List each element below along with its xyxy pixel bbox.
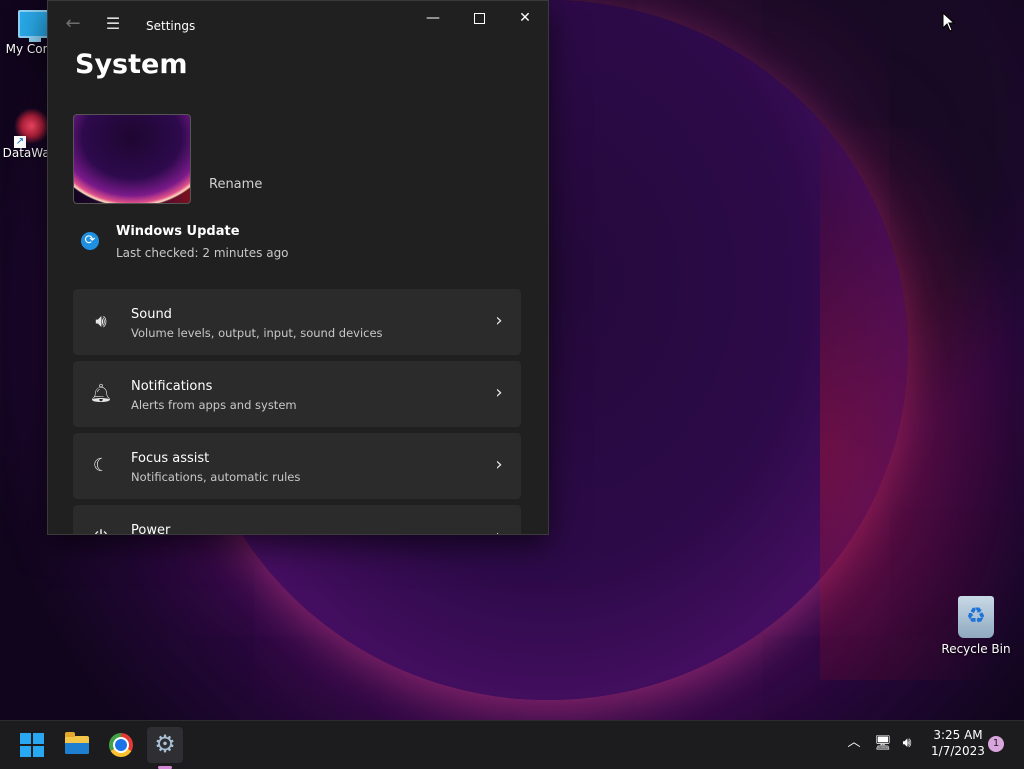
settings-item-power[interactable]: ⏻ Power › [73,505,521,535]
settings-item-title: Power [131,523,171,535]
maximize-button[interactable] [456,1,502,35]
notification-count-badge[interactable]: 1 [988,736,1004,752]
clock-time: 3:25 AM [933,728,983,742]
settings-item-title: Sound [131,307,172,322]
desktop-icon-recycle-bin[interactable]: ♻ Recycle Bin [940,596,1012,656]
chevron-right-icon: › [491,525,507,534]
datawag-app-icon: ↗ [14,108,50,148]
settings-item-sound[interactable]: 🔊︎ Sound Volume levels, output, input, s… [73,289,521,355]
power-icon: ⏻ [89,527,113,534]
windows-update-title[interactable]: Windows Update [116,224,240,239]
settings-item-subtitle: Notifications, automatic rules [131,470,301,484]
page-title: System [75,49,188,80]
chrome-icon [109,733,133,757]
file-explorer-icon [65,732,89,754]
volume-icon[interactable]: 🔊︎ [897,734,917,752]
speaker-icon: 🔊︎ [95,311,107,332]
windows-update-status: Last checked: 2 minutes ago [116,246,289,260]
sync-icon: ⟳ [81,232,99,250]
title-bar[interactable]: ← ☰ Settings — ✕ [48,1,548,41]
chevron-right-icon: › [495,310,503,331]
taskbar-chrome[interactable] [103,727,139,763]
taskbar-file-explorer[interactable] [59,727,95,763]
settings-item-focus-assist[interactable]: ☾ Focus assist Notifications, automatic … [73,433,521,499]
settings-window: ← ☰ Settings — ✕ System Rename ⟳ Windows… [47,0,549,535]
settings-gear-icon: ⚙ [154,730,176,758]
maximize-icon [473,12,485,24]
back-arrow-icon[interactable]: ← [62,13,84,35]
taskbar-clock[interactable]: 3:25 AM 1/7/2023 [926,727,990,759]
shortcut-arrow-icon: ↗ [14,136,26,148]
settings-item-subtitle: Alerts from apps and system [131,398,297,412]
recycle-bin-icon: ♻ [958,596,994,638]
window-title: Settings [146,19,196,33]
windows-start-icon [20,733,44,757]
taskbar: ⚙ [0,720,1024,769]
clock-date: 1/7/2023 [931,744,985,758]
moon-icon: ☾ [92,455,110,476]
settings-item-title: Focus assist [131,451,210,466]
chevron-right-icon: › [495,454,503,475]
minimize-button[interactable]: — [410,1,456,35]
show-hidden-icons-chevron-up-icon[interactable]: ︿ [845,733,863,753]
start-button[interactable] [14,727,50,763]
close-button[interactable]: ✕ [502,1,548,35]
desktop-icon-label: Recycle Bin [941,642,1011,656]
network-icon[interactable]: 🖥︎ [873,734,893,752]
settings-item-subtitle: Volume levels, output, input, sound devi… [131,326,383,340]
hamburger-menu-icon[interactable]: ☰ [102,13,124,35]
desktop-thumbnail [73,114,191,204]
bell-icon: 🔔︎ [89,383,113,404]
taskbar-settings[interactable]: ⚙ [147,727,183,769]
rename-link[interactable]: Rename [209,177,262,192]
settings-item-notifications[interactable]: 🔔︎ Notifications Alerts from apps and sy… [73,361,521,427]
chevron-right-icon: › [495,382,503,403]
settings-item-title: Notifications [131,379,213,394]
